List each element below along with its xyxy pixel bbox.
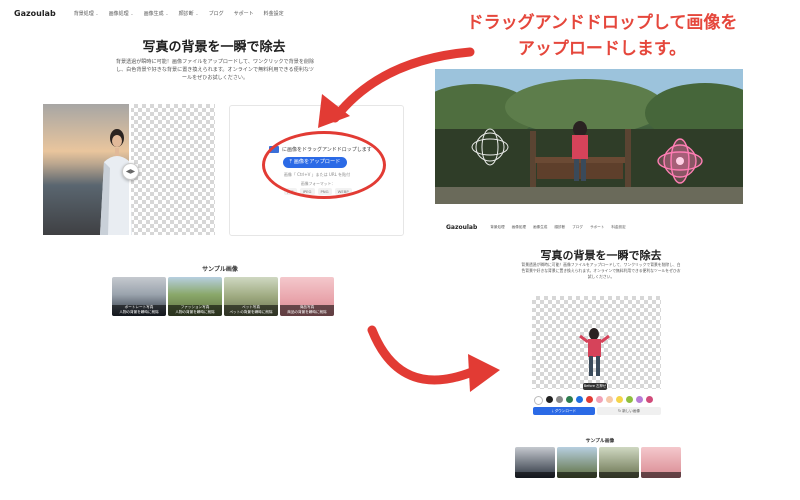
nav-item[interactable]: 背景処理 <box>490 225 504 230</box>
nav-item[interactable]: サポート <box>590 225 604 230</box>
sample-product[interactable]: 商品写真 商品の背景を瞬時に削除 <box>280 277 334 316</box>
page-description-second: 背景透過が瞬時に可能！画像ファイルをアップロードして、ワンクリックで背景を削除し… <box>521 262 681 279</box>
compare-slider-handle-icon[interactable]: ◀▶ <box>122 163 139 180</box>
sample-pet[interactable] <box>599 447 639 478</box>
nav-item-pricing[interactable]: 料金設定 <box>264 10 284 17</box>
nav-item[interactable]: ブログ <box>572 225 583 230</box>
nav-item[interactable]: 画像生成 <box>533 225 547 230</box>
sample-pet[interactable]: ペット写真 ペットの背景を瞬時に削除 <box>224 277 278 316</box>
gazoulab-logo[interactable]: Gazoulab <box>446 224 477 231</box>
swatch-purple[interactable] <box>636 396 643 403</box>
nav-item[interactable]: 画像処理 <box>512 225 526 230</box>
sample-fashion[interactable] <box>557 447 597 478</box>
nav-item[interactable]: 料金設定 <box>611 225 625 230</box>
sample-caption-bar <box>557 472 597 478</box>
sample-caption: ファッション写真 人物の背景を瞬時に削除 <box>168 305 222 316</box>
page-title: 写真の背景を一瞬で除去 <box>142 40 286 55</box>
cutout-person <box>579 328 610 376</box>
swatch-lime[interactable] <box>626 396 633 403</box>
swatch-pink[interactable] <box>596 396 603 403</box>
sample-garden-photo <box>435 69 743 204</box>
result-preview[interactable] <box>532 296 661 389</box>
samples-title-second: サンプル画像 <box>585 439 615 444</box>
sample-portrait[interactable] <box>515 447 555 478</box>
sample-caption: ペット写真 ペットの背景を瞬時に削除 <box>224 305 278 316</box>
samples-title: サンプル画像 <box>202 266 238 273</box>
garden-scene <box>435 69 743 204</box>
page-title-second: 写真の背景を一瞬で除去 <box>540 249 662 262</box>
sample-thumbnails-second <box>515 447 681 478</box>
chevron-down-icon: ⌄ <box>95 10 99 16</box>
nav-item-face-diagnosis[interactable]: 顔診断 ⌄ <box>179 10 199 17</box>
chevron-down-icon: ⌄ <box>130 10 134 16</box>
gazoulab-logo[interactable]: Gazoulab <box>14 9 56 18</box>
chevron-down-icon: ⌄ <box>195 10 199 16</box>
nav-item-blog[interactable]: ブログ <box>209 10 224 17</box>
swatch-blue[interactable] <box>576 396 583 403</box>
sample-product[interactable] <box>641 447 681 478</box>
nav-item[interactable]: 顔診断 <box>554 225 565 230</box>
sample-caption: ポートレート写真 人物の背景を瞬時に削除 <box>112 305 166 316</box>
sample-portrait[interactable]: ポートレート写真 人物の背景を瞬時に削除 <box>112 277 166 316</box>
sample-caption-bar <box>515 472 555 478</box>
transparent-background <box>130 104 215 235</box>
compare-tooltip: Before 左押せ <box>583 383 607 390</box>
nav-item-image-generation[interactable]: 画像生成 ⌄ <box>144 10 169 17</box>
top-nav: Gazoulab 背景処理 ⌄ 画像処理 ⌄ 画像生成 ⌄ 顔診断 ⌄ ブログ … <box>14 6 414 20</box>
swatch-yellow[interactable] <box>616 396 623 403</box>
chevron-down-icon: ⌄ <box>165 10 169 16</box>
page-description: 背景透過が瞬時に可能！画像ファイルをアップロードして、ワンクリックで背景を削除し… <box>115 59 315 81</box>
nav-item-background[interactable]: 背景処理 ⌄ <box>74 10 99 17</box>
top-nav-second: Gazoulab 背景処理 画像処理 画像生成 顔診断 ブログ サポート 料金設… <box>446 222 746 232</box>
swatch-peach[interactable] <box>606 396 613 403</box>
swatch-white[interactable] <box>534 396 543 405</box>
swatch-magenta[interactable] <box>646 396 653 403</box>
swatch-green[interactable] <box>566 396 573 403</box>
nav-item-image-processing[interactable]: 画像処理 ⌄ <box>109 10 134 17</box>
swatch-black[interactable] <box>546 396 553 403</box>
nav-item-support[interactable]: サポート <box>234 10 254 17</box>
background-color-swatches <box>534 396 653 405</box>
highlight-ellipse <box>262 131 386 199</box>
sample-fashion[interactable]: ファッション写真 人物の背景を瞬時に削除 <box>168 277 222 316</box>
sample-caption: 商品写真 商品の背景を瞬時に削除 <box>280 305 334 316</box>
instruction-headline: ドラッグアンドドロップして画像を アップロードします。 <box>466 13 738 59</box>
curved-arrow-bottom <box>367 325 477 385</box>
sample-caption-bar <box>641 472 681 478</box>
sample-thumbnails: ポートレート写真 人物の背景を瞬時に削除 ファッション写真 人物の背景を瞬時に削除 … <box>112 277 334 316</box>
swatch-gray[interactable] <box>556 396 563 403</box>
swatch-red[interactable] <box>586 396 593 403</box>
arrowhead-bottom-icon <box>468 354 500 392</box>
sample-caption-bar <box>599 472 639 478</box>
new-image-button[interactable]: ↻ 新しい画像 <box>597 407 661 415</box>
download-button[interactable]: ⤓ ダウンロード <box>533 407 595 415</box>
